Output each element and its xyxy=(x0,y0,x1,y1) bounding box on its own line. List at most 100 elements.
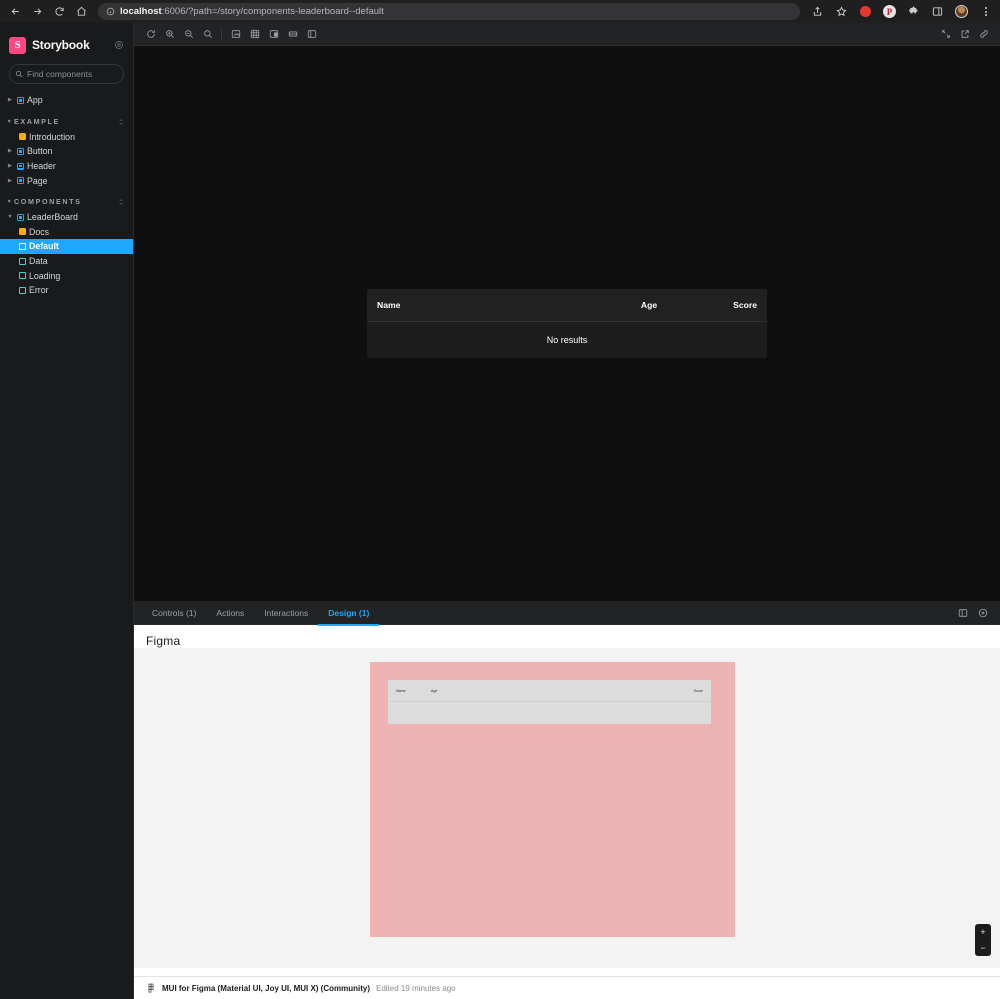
back-icon[interactable] xyxy=(4,2,26,22)
figma-mock-header-row: Name Age Score xyxy=(388,680,711,702)
star-icon[interactable] xyxy=(834,4,849,19)
external-link-icon[interactable] xyxy=(955,25,974,43)
sidebar-item-app[interactable]: ▶ App xyxy=(0,93,133,108)
zoom-reset-button[interactable] xyxy=(198,25,217,43)
side-panel-icon[interactable] xyxy=(930,4,945,19)
forward-icon[interactable] xyxy=(26,2,48,22)
sidebar-item-header[interactable]: ▶ Header xyxy=(0,159,133,174)
chevron-down-icon[interactable]: ▼ xyxy=(6,199,14,205)
story-icon xyxy=(16,286,29,294)
user-avatar[interactable] xyxy=(954,4,969,19)
brand-title: Storybook xyxy=(32,38,90,52)
measure-button[interactable] xyxy=(283,25,302,43)
figma-footer: MUI for Figma (Material UI, Joy UI, MUI … xyxy=(134,976,1000,999)
remount-button[interactable] xyxy=(141,25,160,43)
sidebar-item-label: Loading xyxy=(29,270,61,281)
story-icon xyxy=(16,242,29,250)
browser-toolbar: localhost:6006/?path=/story/components-l… xyxy=(0,0,1000,23)
sidebar-item-leaderboard[interactable]: ▼ LeaderBoard xyxy=(0,210,133,225)
share-icon[interactable] xyxy=(810,4,825,19)
figma-frame: Name Age Score xyxy=(370,662,735,937)
story-icon xyxy=(16,272,29,280)
outline-button[interactable] xyxy=(302,25,321,43)
tab-controls[interactable]: Controls (1) xyxy=(142,601,206,625)
tab-label: Controls (1) xyxy=(152,607,197,618)
chevron-down-icon[interactable]: ▼ xyxy=(6,119,14,125)
puzzle-icon[interactable] xyxy=(906,4,921,19)
collapse-all-icon[interactable] xyxy=(117,198,125,206)
column-header-score: Score xyxy=(733,300,757,310)
browser-actions: P xyxy=(810,4,1000,19)
chevron-down-icon[interactable]: ▼ xyxy=(6,214,14,220)
search-icon xyxy=(15,70,23,78)
sidebar-item-default[interactable]: Default xyxy=(0,239,133,254)
sidebar-item-page[interactable]: ▶ Page xyxy=(0,173,133,188)
figma-zoom-in-button[interactable]: + xyxy=(975,924,991,940)
addon-panel: Controls (1) Actions Interactions Design… xyxy=(134,601,1000,999)
component-icon xyxy=(14,177,27,185)
storybook-window: localhost:6006/?path=/story/components-l… xyxy=(0,0,1000,999)
home-icon[interactable] xyxy=(70,2,92,22)
sidebar-item-label: Error xyxy=(29,285,49,296)
chevron-right-icon[interactable]: ▶ xyxy=(6,178,14,184)
design-panel-title: Figma xyxy=(146,634,181,648)
search-input[interactable] xyxy=(27,69,138,79)
tab-label: Actions xyxy=(216,607,245,618)
sidebar-item-label: Introduction xyxy=(29,131,75,142)
sidebar-item-button[interactable]: ▶ Button xyxy=(0,144,133,159)
collapse-all-icon[interactable] xyxy=(117,118,125,126)
group-header-example[interactable]: ▼ EXAMPLE xyxy=(0,114,133,130)
sidebar-item-error[interactable]: Error xyxy=(0,283,133,298)
chevron-right-icon[interactable]: ▶ xyxy=(6,97,14,103)
tab-design[interactable]: Design (1) xyxy=(318,601,380,626)
canvas-area: Name Age Score No results xyxy=(134,23,1000,601)
sidebar-item-data[interactable]: Data xyxy=(0,254,133,269)
canvas-toolbar-right xyxy=(936,25,993,43)
zoom-in-button[interactable] xyxy=(160,25,179,43)
tab-actions[interactable]: Actions xyxy=(206,601,254,625)
url-host: localhost xyxy=(120,6,162,17)
figma-zoom-out-button[interactable]: − xyxy=(975,940,991,956)
storybook-logo-icon: S xyxy=(9,36,26,54)
column-header-name: Name xyxy=(377,300,401,310)
addon-tab-bar: Controls (1) Actions Interactions Design… xyxy=(134,601,1000,626)
tab-interactions[interactable]: Interactions xyxy=(254,601,318,625)
figma-embed-stage[interactable]: Name Age Score + − xyxy=(134,648,1000,968)
grid-button[interactable] xyxy=(245,25,264,43)
link-icon[interactable] xyxy=(974,25,993,43)
record-dot-icon[interactable] xyxy=(858,4,873,19)
toolbar-divider xyxy=(221,28,222,40)
figma-file-name[interactable]: MUI for Figma (Material UI, Joy UI, MUI … xyxy=(162,984,370,993)
search-container: / xyxy=(0,57,148,84)
backgrounds-button[interactable] xyxy=(226,25,245,43)
reload-icon[interactable] xyxy=(48,2,70,22)
expand-icon[interactable] xyxy=(936,25,955,43)
chevron-right-icon[interactable]: ▶ xyxy=(6,148,14,154)
url-path: :6006/?path=/story/components-leaderboar… xyxy=(161,6,384,17)
sidebar-item-docs[interactable]: Docs xyxy=(0,225,133,240)
search-box[interactable]: / xyxy=(9,64,148,84)
sidebar-item-introduction[interactable]: Introduction xyxy=(0,130,133,145)
chevron-right-icon[interactable]: ▶ xyxy=(6,163,14,169)
group-header-components[interactable]: ▼ COMPONENTS xyxy=(0,194,133,210)
browser-nav-buttons xyxy=(0,2,92,22)
figma-column-name: Name xyxy=(396,688,406,693)
figma-column-age: Age xyxy=(431,688,438,693)
sidebar-item-label: Page xyxy=(27,175,48,186)
zoom-out-button[interactable] xyxy=(179,25,198,43)
kebab-menu-icon[interactable] xyxy=(978,4,993,19)
component-icon xyxy=(14,162,27,170)
gear-icon[interactable] xyxy=(114,40,124,50)
panel-position-icon[interactable] xyxy=(958,608,968,618)
sidebar-item-loading[interactable]: Loading xyxy=(0,268,133,283)
viewport-button[interactable] xyxy=(264,25,283,43)
sidebar-item-label: Header xyxy=(27,161,56,172)
close-circle-icon[interactable] xyxy=(978,608,988,618)
address-bar[interactable]: localhost:6006/?path=/story/components-l… xyxy=(98,3,800,20)
sidebar-item-label: Button xyxy=(27,146,53,157)
sidebar-item-label: App xyxy=(27,95,43,106)
sidebar-header: S Storybook xyxy=(0,23,133,57)
figma-icon xyxy=(146,983,156,993)
pinterest-icon[interactable]: P xyxy=(882,4,897,19)
tab-label: Interactions xyxy=(264,607,309,618)
